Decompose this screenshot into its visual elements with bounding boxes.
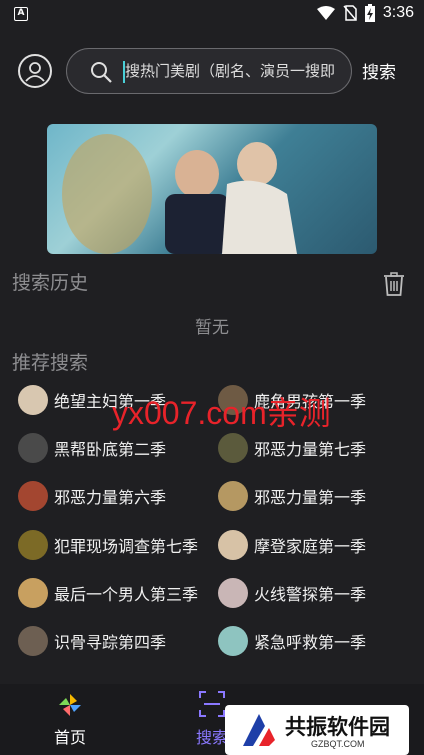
pinwheel-icon bbox=[59, 694, 81, 716]
recommend-item-label: 邪恶力量第七季 bbox=[254, 440, 367, 459]
no-sim-icon bbox=[343, 5, 357, 21]
recommend-item[interactable]: 犯罪现场调查第七季 bbox=[18, 529, 198, 561]
banner-image bbox=[62, 134, 297, 254]
promo-banner[interactable] bbox=[47, 124, 377, 254]
app-notification-icon: A bbox=[14, 7, 28, 21]
recommend-item[interactable]: 邪恶力量第一季 bbox=[218, 480, 366, 512]
watermark-text: yx007.com亲测 bbox=[112, 395, 331, 431]
recommend-item[interactable]: 火线警探第一季 bbox=[218, 577, 366, 609]
show-thumbnail bbox=[218, 433, 248, 463]
user-avatar-button[interactable] bbox=[18, 54, 52, 88]
site-badge-title: 共振软件园 bbox=[285, 715, 390, 739]
search-button[interactable]: 搜索 bbox=[362, 58, 396, 83]
recommend-item[interactable]: 识骨寻踪第四季 bbox=[18, 625, 166, 657]
recommend-item[interactable]: 邪恶力量第六季 bbox=[18, 480, 166, 512]
recommend-item[interactable]: 紧急呼救第一季 bbox=[218, 625, 366, 657]
recommend-item-label: 紧急呼救第一季 bbox=[254, 633, 367, 652]
search-box[interactable] bbox=[66, 48, 352, 94]
user-icon bbox=[25, 62, 45, 82]
clock: 3:36 bbox=[382, 4, 414, 21]
recommend-item-label: 犯罪现场调查第七季 bbox=[54, 537, 199, 556]
trash-icon bbox=[384, 272, 404, 296]
wifi-icon bbox=[316, 6, 335, 20]
recommend-item-label: 邪恶力量第一季 bbox=[254, 488, 367, 507]
top-bar: 搜索 bbox=[0, 40, 424, 102]
site-badge: 共振软件园 GZBQT.COM bbox=[225, 705, 409, 755]
show-thumbnail bbox=[218, 481, 248, 511]
scan-icon bbox=[199, 691, 225, 717]
recommend-item[interactable]: 摩登家庭第一季 bbox=[218, 529, 366, 561]
recommend-item-label: 火线警探第一季 bbox=[254, 585, 367, 604]
clear-history-button[interactable] bbox=[383, 272, 405, 300]
show-thumbnail bbox=[218, 578, 248, 608]
nav-home[interactable]: 首页 bbox=[20, 684, 120, 755]
site-badge-subtitle: GZBQT.COM bbox=[311, 739, 365, 749]
battery-charging-icon bbox=[364, 4, 375, 22]
recommend-item-label: 黑帮卧底第二季 bbox=[54, 440, 167, 459]
recommend-item-label: 最后一个男人第三季 bbox=[54, 585, 199, 604]
history-empty-text: 暂无 bbox=[195, 318, 229, 338]
recommend-item-label: 识骨寻踪第四季 bbox=[54, 633, 167, 652]
history-title: 搜索历史 bbox=[12, 272, 89, 294]
show-thumbnail bbox=[18, 578, 48, 608]
show-thumbnail bbox=[218, 530, 248, 560]
site-logo-icon bbox=[243, 714, 275, 746]
show-thumbnail bbox=[18, 626, 48, 656]
show-thumbnail bbox=[18, 481, 48, 511]
recommend-item-label: 摩登家庭第一季 bbox=[254, 537, 367, 556]
recommend-item[interactable]: 最后一个男人第三季 bbox=[18, 577, 198, 609]
search-icon bbox=[91, 62, 112, 83]
show-thumbnail bbox=[218, 626, 248, 656]
nav-home-label: 首页 bbox=[53, 728, 86, 747]
recommend-item-label: 邪恶力量第六季 bbox=[54, 488, 167, 507]
status-icons: 3:36 bbox=[316, 4, 414, 22]
status-bar: A 3:36 bbox=[0, 0, 424, 30]
show-thumbnail bbox=[18, 433, 48, 463]
recommend-item[interactable]: 邪恶力量第七季 bbox=[218, 432, 366, 464]
show-thumbnail bbox=[18, 530, 48, 560]
show-thumbnail bbox=[18, 385, 48, 415]
recommend-item[interactable]: 黑帮卧底第二季 bbox=[18, 432, 166, 464]
recommend-title: 推荐搜索 bbox=[12, 352, 89, 374]
search-input[interactable] bbox=[125, 49, 349, 93]
